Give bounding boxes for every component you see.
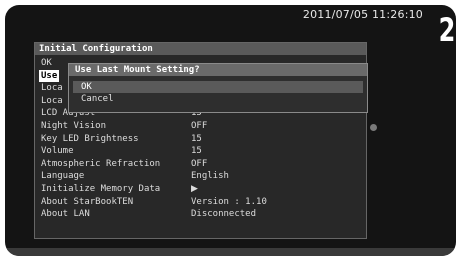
menu-item-about-lan[interactable]: About LAN Disconnected	[35, 208, 366, 221]
menu-item-value: Version : 1.10	[191, 196, 267, 207]
menu-item-about-starbook[interactable]: About StarBookTEN Version : 1.10	[35, 196, 366, 209]
menu-item-label: Night Vision	[41, 120, 107, 131]
menu-item-key-led-brightness[interactable]: Key LED Brightness 15	[35, 133, 366, 146]
status-datetime: 2011/07/05 11:26:10	[302, 8, 423, 21]
menu-item-value: 15	[191, 133, 202, 144]
menu-item-label: About StarBookTEN	[41, 196, 134, 207]
device-screen: 2011/07/05 11:26:10 Initial Configuratio…	[5, 5, 456, 256]
menu-item-value: OFF	[191, 158, 208, 169]
scroll-knob-icon	[370, 124, 377, 131]
menu-item-language[interactable]: Language English	[35, 170, 366, 183]
menu-item-initialize-memory[interactable]: Initialize Memory Data ▶	[35, 183, 366, 196]
menu-item-night-vision[interactable]: Night Vision OFF	[35, 120, 366, 133]
menu-item-label: Language	[41, 171, 85, 182]
menu-item-value: 15	[191, 146, 202, 157]
menu-item-value: OFF	[191, 120, 208, 131]
dialog-title: Use Last Mount Setting?	[69, 64, 367, 76]
use-last-mount-dialog: Use Last Mount Setting? OK Cancel	[68, 63, 368, 113]
menu-item-label: OK	[41, 58, 52, 68]
dialog-ok-button[interactable]: OK	[73, 81, 363, 93]
menu-item-volume[interactable]: Volume 15	[35, 145, 366, 158]
menu-item-label: Atmospheric Refraction	[41, 158, 161, 169]
menu-item-label: About LAN	[41, 209, 90, 220]
menu-item-label: Initialize Memory Data	[41, 183, 161, 194]
menu-item-value: Disconnected	[191, 209, 257, 220]
menu-item-label: Key LED Brightness	[41, 133, 139, 144]
screen-bottom-edge	[5, 248, 456, 256]
menu-item-atmospheric-refraction[interactable]: Atmospheric Refraction OFF	[35, 158, 366, 171]
panel-title: Initial Configuration	[35, 43, 366, 55]
step-number: 2	[438, 11, 455, 49]
menu-item-value: English	[191, 171, 229, 182]
dialog-cancel-button[interactable]: Cancel	[73, 93, 363, 105]
menu-item-label: Loca	[41, 83, 63, 94]
menu-item-label: Use	[39, 69, 60, 83]
play-arrow-icon: ▶	[191, 183, 198, 194]
menu-item-label: Volume	[41, 146, 74, 157]
dialog-options: OK Cancel	[73, 81, 363, 105]
menu-item-label: Loca	[41, 95, 63, 106]
